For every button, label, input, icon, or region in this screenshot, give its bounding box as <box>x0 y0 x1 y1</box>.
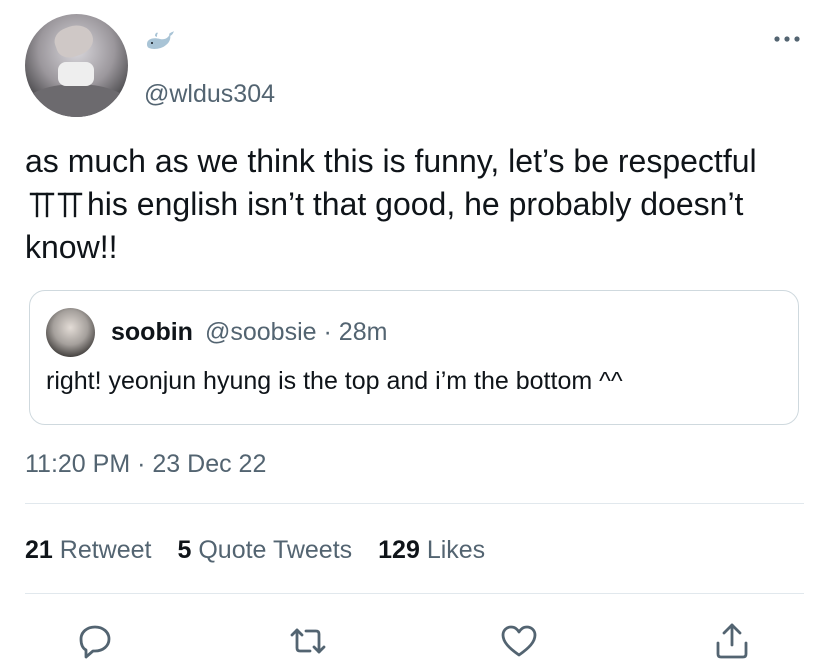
quote-author-name[interactable]: soobin <box>111 318 193 347</box>
timestamp-time: 11:20 PM <box>25 450 131 478</box>
timestamp-date: 23 Dec 22 <box>152 450 267 478</box>
tweet-text-part1: as much as we think this is funny, let’s… <box>25 143 757 179</box>
quote-avatar[interactable] <box>46 308 95 357</box>
more-dots-icon[interactable] <box>770 30 804 48</box>
retweets-label: Retweet <box>59 536 152 564</box>
tweet-stats: 21 Retweet 5 Quote Tweets 129 Likes <box>25 536 485 565</box>
avatar-shoulder <box>25 84 128 117</box>
divider-top <box>25 503 804 504</box>
quotes-label: Quote Tweets <box>198 536 353 564</box>
avatar-mask <box>58 62 94 86</box>
quote-meta: @soobsie · 28m <box>205 318 387 347</box>
retweets-stat[interactable]: 21 Retweet <box>25 536 151 564</box>
quote-time[interactable]: 28m <box>339 318 388 346</box>
tweet-text-glyph <box>29 192 83 218</box>
author-avatar[interactable] <box>25 14 128 117</box>
quotes-stat[interactable]: 5 Quote Tweets <box>177 536 352 564</box>
whale-icon <box>147 31 174 49</box>
retweet-button[interactable] <box>288 621 328 661</box>
quote-author-handle[interactable]: @soobsie <box>205 318 317 346</box>
quote-text: right! yeonjun hyung is the top and i’m … <box>46 367 623 395</box>
tweet-timestamp[interactable]: 11:20 PM · 23 Dec 22 <box>25 450 266 479</box>
reply-icon <box>79 625 111 659</box>
like-icon <box>501 625 537 657</box>
retweet-icon <box>290 628 326 654</box>
share-button[interactable] <box>712 621 752 661</box>
likes-count: 129 <box>378 536 420 564</box>
quote-separator: · <box>323 318 332 346</box>
tweet-text-part2: his english isn’t that good, he probably… <box>25 186 744 265</box>
like-button[interactable] <box>499 621 539 661</box>
tweet-text: as much as we think this is funny, let’s… <box>25 140 805 269</box>
likes-label: Likes <box>426 536 486 564</box>
author-handle[interactable]: @wldus304 <box>144 80 275 109</box>
quotes-count: 5 <box>177 536 192 564</box>
likes-stat[interactable]: 129 Likes <box>378 536 485 564</box>
share-icon <box>716 623 748 659</box>
reply-button[interactable] <box>75 621 115 661</box>
divider-bottom <box>25 593 804 594</box>
quoted-tweet[interactable]: soobin @soobsie · 28m right! yeonjun hyu… <box>29 290 799 425</box>
timestamp-separator: · <box>137 450 146 478</box>
avatar-hand <box>51 20 97 62</box>
retweets-count: 21 <box>25 536 53 564</box>
